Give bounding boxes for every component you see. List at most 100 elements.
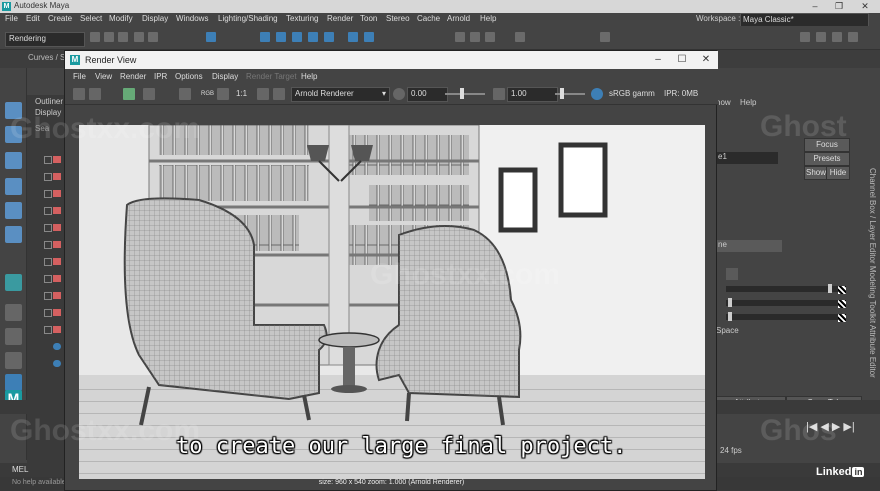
persp-outliner-icon[interactable] [5, 328, 22, 345]
shelf-tab-curves[interactable]: Curves / S [28, 53, 65, 62]
expand-icon[interactable] [44, 241, 52, 249]
menu-toon[interactable]: Toon [360, 14, 377, 23]
attr-slider-3-handle[interactable] [728, 312, 732, 321]
tool-settings-icon[interactable] [832, 32, 842, 42]
outliner-item[interactable] [44, 343, 64, 351]
exposure-slider-handle[interactable] [460, 88, 464, 99]
node-name-field[interactable]: e1 [716, 152, 778, 164]
menu-modify[interactable]: Modify [109, 14, 133, 23]
expand-icon[interactable] [44, 156, 52, 164]
outliner-item[interactable] [44, 292, 64, 300]
rgb-channel-toggle[interactable]: RGB [201, 91, 214, 97]
save-scene-icon[interactable] [118, 32, 128, 42]
close-icon[interactable]: ✕ [693, 53, 719, 67]
minimize-icon[interactable]: – [645, 53, 671, 67]
renderer-select[interactable]: Arnold Renderer ▾ [291, 87, 390, 102]
rv-menu-render[interactable]: Render [120, 72, 146, 81]
snap-curve-icon[interactable] [276, 32, 286, 42]
expand-icon[interactable] [44, 173, 52, 181]
mel-label[interactable]: MEL [12, 465, 28, 474]
render-settings-icon[interactable] [485, 32, 495, 42]
hypershade-layout-icon[interactable] [5, 374, 22, 391]
map-button-icon[interactable] [838, 314, 846, 322]
rv-menu-ipr[interactable]: IPR [154, 72, 167, 81]
ipr-render-icon[interactable] [470, 32, 480, 42]
remove-image-icon[interactable] [273, 88, 285, 100]
hypershade-icon[interactable] [515, 32, 525, 42]
menu-cache[interactable]: Cache [417, 14, 440, 23]
ipr-render-icon[interactable] [123, 88, 135, 100]
paint-select-icon[interactable] [5, 152, 22, 169]
attr-menu-help[interactable]: Help [740, 98, 756, 107]
attr-slider-2[interactable] [726, 300, 838, 306]
rv-menu-help[interactable]: Help [301, 72, 317, 81]
menu-texturing[interactable]: Texturing [286, 14, 318, 23]
map-button-icon[interactable] [838, 286, 846, 294]
exposure-slider[interactable] [445, 93, 485, 95]
gamma-field[interactable]: 1.00 [507, 87, 558, 102]
side-tabs[interactable]: Channel Box / Layer Editor Modeling Tool… [868, 168, 877, 378]
expand-icon[interactable] [44, 275, 52, 283]
maximize-icon[interactable]: ☐ [669, 53, 695, 67]
menu-edit[interactable]: Edit [26, 14, 40, 23]
expand-icon[interactable] [44, 309, 52, 317]
expand-icon[interactable] [44, 190, 52, 198]
snap-grid-icon[interactable] [260, 32, 270, 42]
color-management-icon[interactable] [591, 88, 603, 100]
channel-box-icon[interactable] [848, 32, 858, 42]
minimize-icon[interactable]: – [802, 0, 828, 13]
layout-icon[interactable] [5, 352, 22, 369]
outliner-item[interactable] [44, 309, 64, 317]
menu-display[interactable]: Display [142, 14, 168, 23]
expand-icon[interactable] [44, 207, 52, 215]
attribute-editor-icon[interactable] [816, 32, 826, 42]
move-tool-icon[interactable] [5, 178, 22, 195]
outliner-item[interactable] [44, 326, 64, 334]
attr-menu-show[interactable]: how [716, 98, 731, 107]
refresh-ipr-icon[interactable] [143, 88, 155, 100]
expand-icon[interactable] [44, 326, 52, 334]
attr-slider-1[interactable] [726, 286, 838, 292]
outliner-item[interactable] [44, 241, 64, 249]
close-icon[interactable]: ✕ [852, 0, 878, 13]
modeling-toolkit-icon[interactable] [800, 32, 810, 42]
select-by-hierarchy-icon[interactable] [206, 32, 216, 42]
lock-icon[interactable] [364, 32, 374, 42]
expand-icon[interactable] [44, 224, 52, 232]
attr-slider-3[interactable] [726, 314, 838, 320]
outliner-item[interactable] [44, 224, 64, 232]
menu-help[interactable]: Help [480, 14, 496, 23]
history-icon[interactable] [348, 32, 358, 42]
map-button-icon[interactable] [838, 300, 846, 308]
menu-select[interactable]: Select [80, 14, 102, 23]
menu-windows[interactable]: Windows [176, 14, 208, 23]
snap-surface-icon[interactable] [324, 32, 334, 42]
four-view-icon[interactable] [5, 304, 22, 321]
attr-slider-1-handle[interactable] [828, 284, 832, 293]
snap-point-icon[interactable] [292, 32, 302, 42]
snap-view-icon[interactable] [308, 32, 318, 42]
outliner-item[interactable] [44, 360, 64, 368]
ratio-1-1[interactable]: 1:1 [236, 89, 247, 98]
attr-dropdown[interactable]: ne [716, 240, 782, 252]
menu-file[interactable]: File [5, 14, 18, 23]
outliner-item[interactable] [44, 173, 64, 181]
exposure-field[interactable]: 0.00 [407, 87, 448, 102]
workspace-select[interactable]: Maya Classic* [740, 13, 869, 27]
arnold-render-view-icon[interactable] [600, 32, 610, 42]
new-scene-icon[interactable] [90, 32, 100, 42]
rv-menu-view[interactable]: View [95, 72, 112, 81]
rv-menu-display[interactable]: Display [212, 72, 238, 81]
scale-tool-icon[interactable] [5, 226, 22, 243]
menu-lighting-shading[interactable]: Lighting/Shading [218, 14, 278, 23]
menu-stereo[interactable]: Stereo [386, 14, 410, 23]
alpha-channel-icon[interactable] [217, 88, 229, 100]
render-frame-icon[interactable] [455, 32, 465, 42]
render-region-icon[interactable] [89, 88, 101, 100]
attr-slider-2-handle[interactable] [728, 298, 732, 307]
rv-menu-file[interactable]: File [73, 72, 86, 81]
rotate-tool-icon[interactable] [5, 202, 22, 219]
attr-dropdown-small[interactable] [726, 268, 738, 280]
presets-button[interactable]: Presets [804, 152, 850, 166]
keep-image-icon[interactable] [257, 88, 269, 100]
